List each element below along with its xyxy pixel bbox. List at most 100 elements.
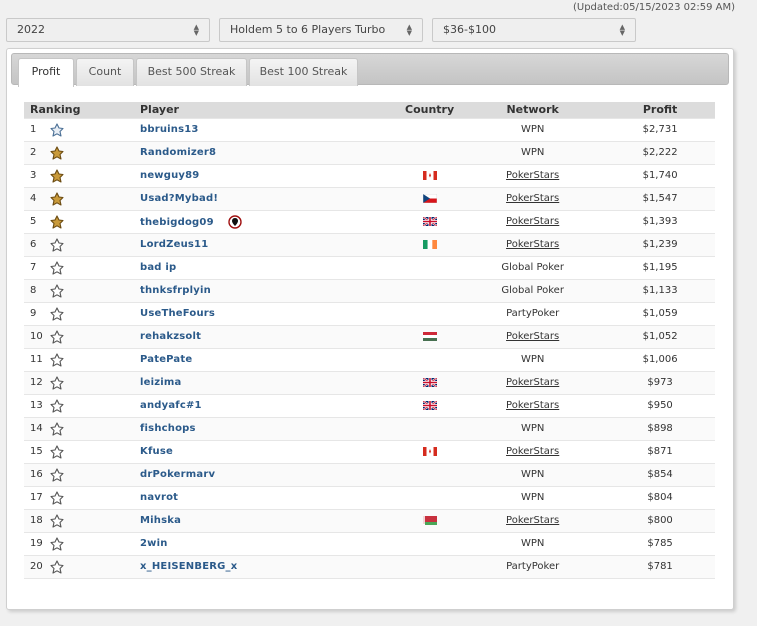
network-label: Global Poker bbox=[501, 262, 564, 273]
tab-best-500-streak[interactable]: Best 500 Streak bbox=[136, 58, 247, 86]
network-cell: WPN bbox=[460, 463, 606, 487]
rank-cell: 9 bbox=[24, 302, 134, 326]
select-arrows-icon: ▲ ▼ bbox=[619, 23, 625, 37]
table-row: 17 navrot WPN $804 bbox=[24, 486, 715, 510]
tab-profit[interactable]: Profit bbox=[18, 58, 74, 87]
network-link[interactable]: PokerStars bbox=[506, 170, 559, 181]
table-row: 16 drPokermarv WPN $854 bbox=[24, 463, 715, 487]
network-label: WPN bbox=[520, 354, 545, 365]
silver-shark-icon bbox=[50, 237, 64, 252]
rank-cell: 7 bbox=[24, 256, 134, 280]
player-link[interactable]: navrot bbox=[140, 492, 178, 503]
player-link[interactable]: leizima bbox=[140, 377, 181, 388]
network-link[interactable]: PokerStars bbox=[506, 515, 559, 526]
rank-number: 7 bbox=[30, 262, 37, 273]
profit-value: $1,239 bbox=[605, 233, 715, 257]
player-cell: PatePate bbox=[134, 348, 399, 372]
profit-value: $871 bbox=[605, 440, 715, 464]
network-label: WPN bbox=[520, 469, 545, 480]
player-link[interactable]: thebigdog09 bbox=[140, 217, 214, 228]
player-link[interactable]: Usad?Mybad! bbox=[140, 193, 218, 204]
network-link[interactable]: PokerStars bbox=[506, 193, 559, 204]
network-link[interactable]: PokerStars bbox=[506, 446, 559, 457]
network-cell: Global Poker bbox=[460, 256, 606, 280]
player-link[interactable]: x_HEISENBERG_x bbox=[140, 561, 237, 572]
header-player: Player bbox=[134, 102, 399, 118]
select-arrows-icon: ▲ ▼ bbox=[406, 23, 412, 37]
network-cell: PokerStars bbox=[460, 210, 606, 234]
player-link[interactable]: bad ip bbox=[140, 262, 176, 273]
tab-best-100-streak[interactable]: Best 100 Streak bbox=[249, 58, 358, 86]
table-row: 11 PatePate WPN $1,006 bbox=[24, 348, 715, 372]
belarus-flag-icon bbox=[422, 515, 437, 525]
rank-number: 17 bbox=[30, 492, 43, 503]
player-link[interactable]: drPokermarv bbox=[140, 469, 215, 480]
country-cell bbox=[399, 532, 461, 556]
ireland-flag-icon bbox=[422, 239, 437, 249]
rank-cell: 11 bbox=[24, 348, 134, 372]
player-link[interactable]: Mihska bbox=[140, 515, 181, 526]
uk-flag-icon bbox=[422, 399, 438, 411]
player-link[interactable]: rehakzsolt bbox=[140, 331, 201, 342]
table-row: 20 x_HEISENBERG_x PartyPoker $781 bbox=[24, 555, 715, 579]
country-cell bbox=[399, 117, 461, 142]
year-select[interactable]: 2022 ▲ ▼ bbox=[6, 18, 210, 42]
blue-shark-icon bbox=[50, 122, 64, 137]
profit-value: $1,740 bbox=[605, 164, 715, 188]
profit-value: $785 bbox=[605, 532, 715, 556]
rank-number: 16 bbox=[30, 469, 43, 480]
rank-number: 12 bbox=[30, 377, 43, 388]
uk-flag-icon bbox=[422, 376, 438, 388]
player-link[interactable]: LordZeus11 bbox=[140, 239, 208, 250]
rank-number: 4 bbox=[30, 193, 37, 204]
player-link[interactable]: Randomizer8 bbox=[140, 147, 216, 158]
rank-cell: 15 bbox=[24, 440, 134, 464]
network-label: PartyPoker bbox=[506, 308, 560, 319]
select-arrows-icon: ▲ ▼ bbox=[193, 23, 199, 37]
player-link[interactable]: newguy89 bbox=[140, 170, 199, 181]
uk-flag-icon bbox=[422, 215, 438, 227]
network-cell: PokerStars bbox=[460, 325, 606, 349]
network-link[interactable]: PokerStars bbox=[506, 216, 559, 227]
network-cell: WPN bbox=[460, 348, 606, 372]
country-cell bbox=[399, 302, 461, 326]
game-select[interactable]: Holdem 5 to 6 Players Turbo ▲ ▼ bbox=[219, 18, 423, 42]
network-label: WPN bbox=[520, 492, 545, 503]
country-cell bbox=[399, 256, 461, 280]
canada-flag-icon bbox=[422, 170, 437, 180]
profit-value: $898 bbox=[605, 417, 715, 441]
network-link[interactable]: PokerStars bbox=[506, 377, 559, 388]
player-link[interactable]: bbruins13 bbox=[140, 124, 199, 135]
player-link[interactable]: andyafc#1 bbox=[140, 400, 202, 411]
silver-shark-icon bbox=[50, 260, 64, 275]
player-cell: Randomizer8 bbox=[134, 141, 399, 165]
player-link[interactable]: thnksfrplyin bbox=[140, 285, 211, 296]
player-link[interactable]: UseTheFours bbox=[140, 308, 215, 319]
player-cell: 2win bbox=[134, 532, 399, 556]
player-cell: Usad?Mybad! bbox=[134, 187, 399, 211]
network-link[interactable]: PokerStars bbox=[506, 400, 559, 411]
rank-cell: 19 bbox=[24, 532, 134, 556]
player-cell: navrot bbox=[134, 486, 399, 510]
table-row: 3 newguy89 PokerStars $1,740 bbox=[24, 164, 715, 188]
network-label: WPN bbox=[520, 423, 545, 434]
player-link[interactable]: fishchops bbox=[140, 423, 196, 434]
rank-cell: 18 bbox=[24, 509, 134, 533]
network-link[interactable]: PokerStars bbox=[506, 239, 559, 250]
header-ranking: Ranking bbox=[24, 102, 134, 118]
rank-cell: 1 bbox=[24, 117, 134, 142]
network-link[interactable]: PokerStars bbox=[506, 331, 559, 342]
stakes-select[interactable]: $36-$100 ▲ ▼ bbox=[432, 18, 636, 42]
country-cell bbox=[399, 164, 461, 188]
player-link[interactable]: 2win bbox=[140, 538, 168, 549]
player-link[interactable]: Kfuse bbox=[140, 446, 173, 457]
player-cell: x_HEISENBERG_x bbox=[134, 555, 399, 579]
location-pin-icon[interactable] bbox=[228, 214, 242, 229]
player-link[interactable]: PatePate bbox=[140, 354, 192, 365]
gold-shark-icon bbox=[50, 168, 64, 183]
player-cell: Mihska bbox=[134, 509, 399, 533]
country-cell bbox=[399, 509, 461, 533]
silver-shark-icon bbox=[50, 283, 64, 298]
network-cell: PokerStars bbox=[460, 371, 606, 395]
tab-count[interactable]: Count bbox=[76, 58, 134, 86]
